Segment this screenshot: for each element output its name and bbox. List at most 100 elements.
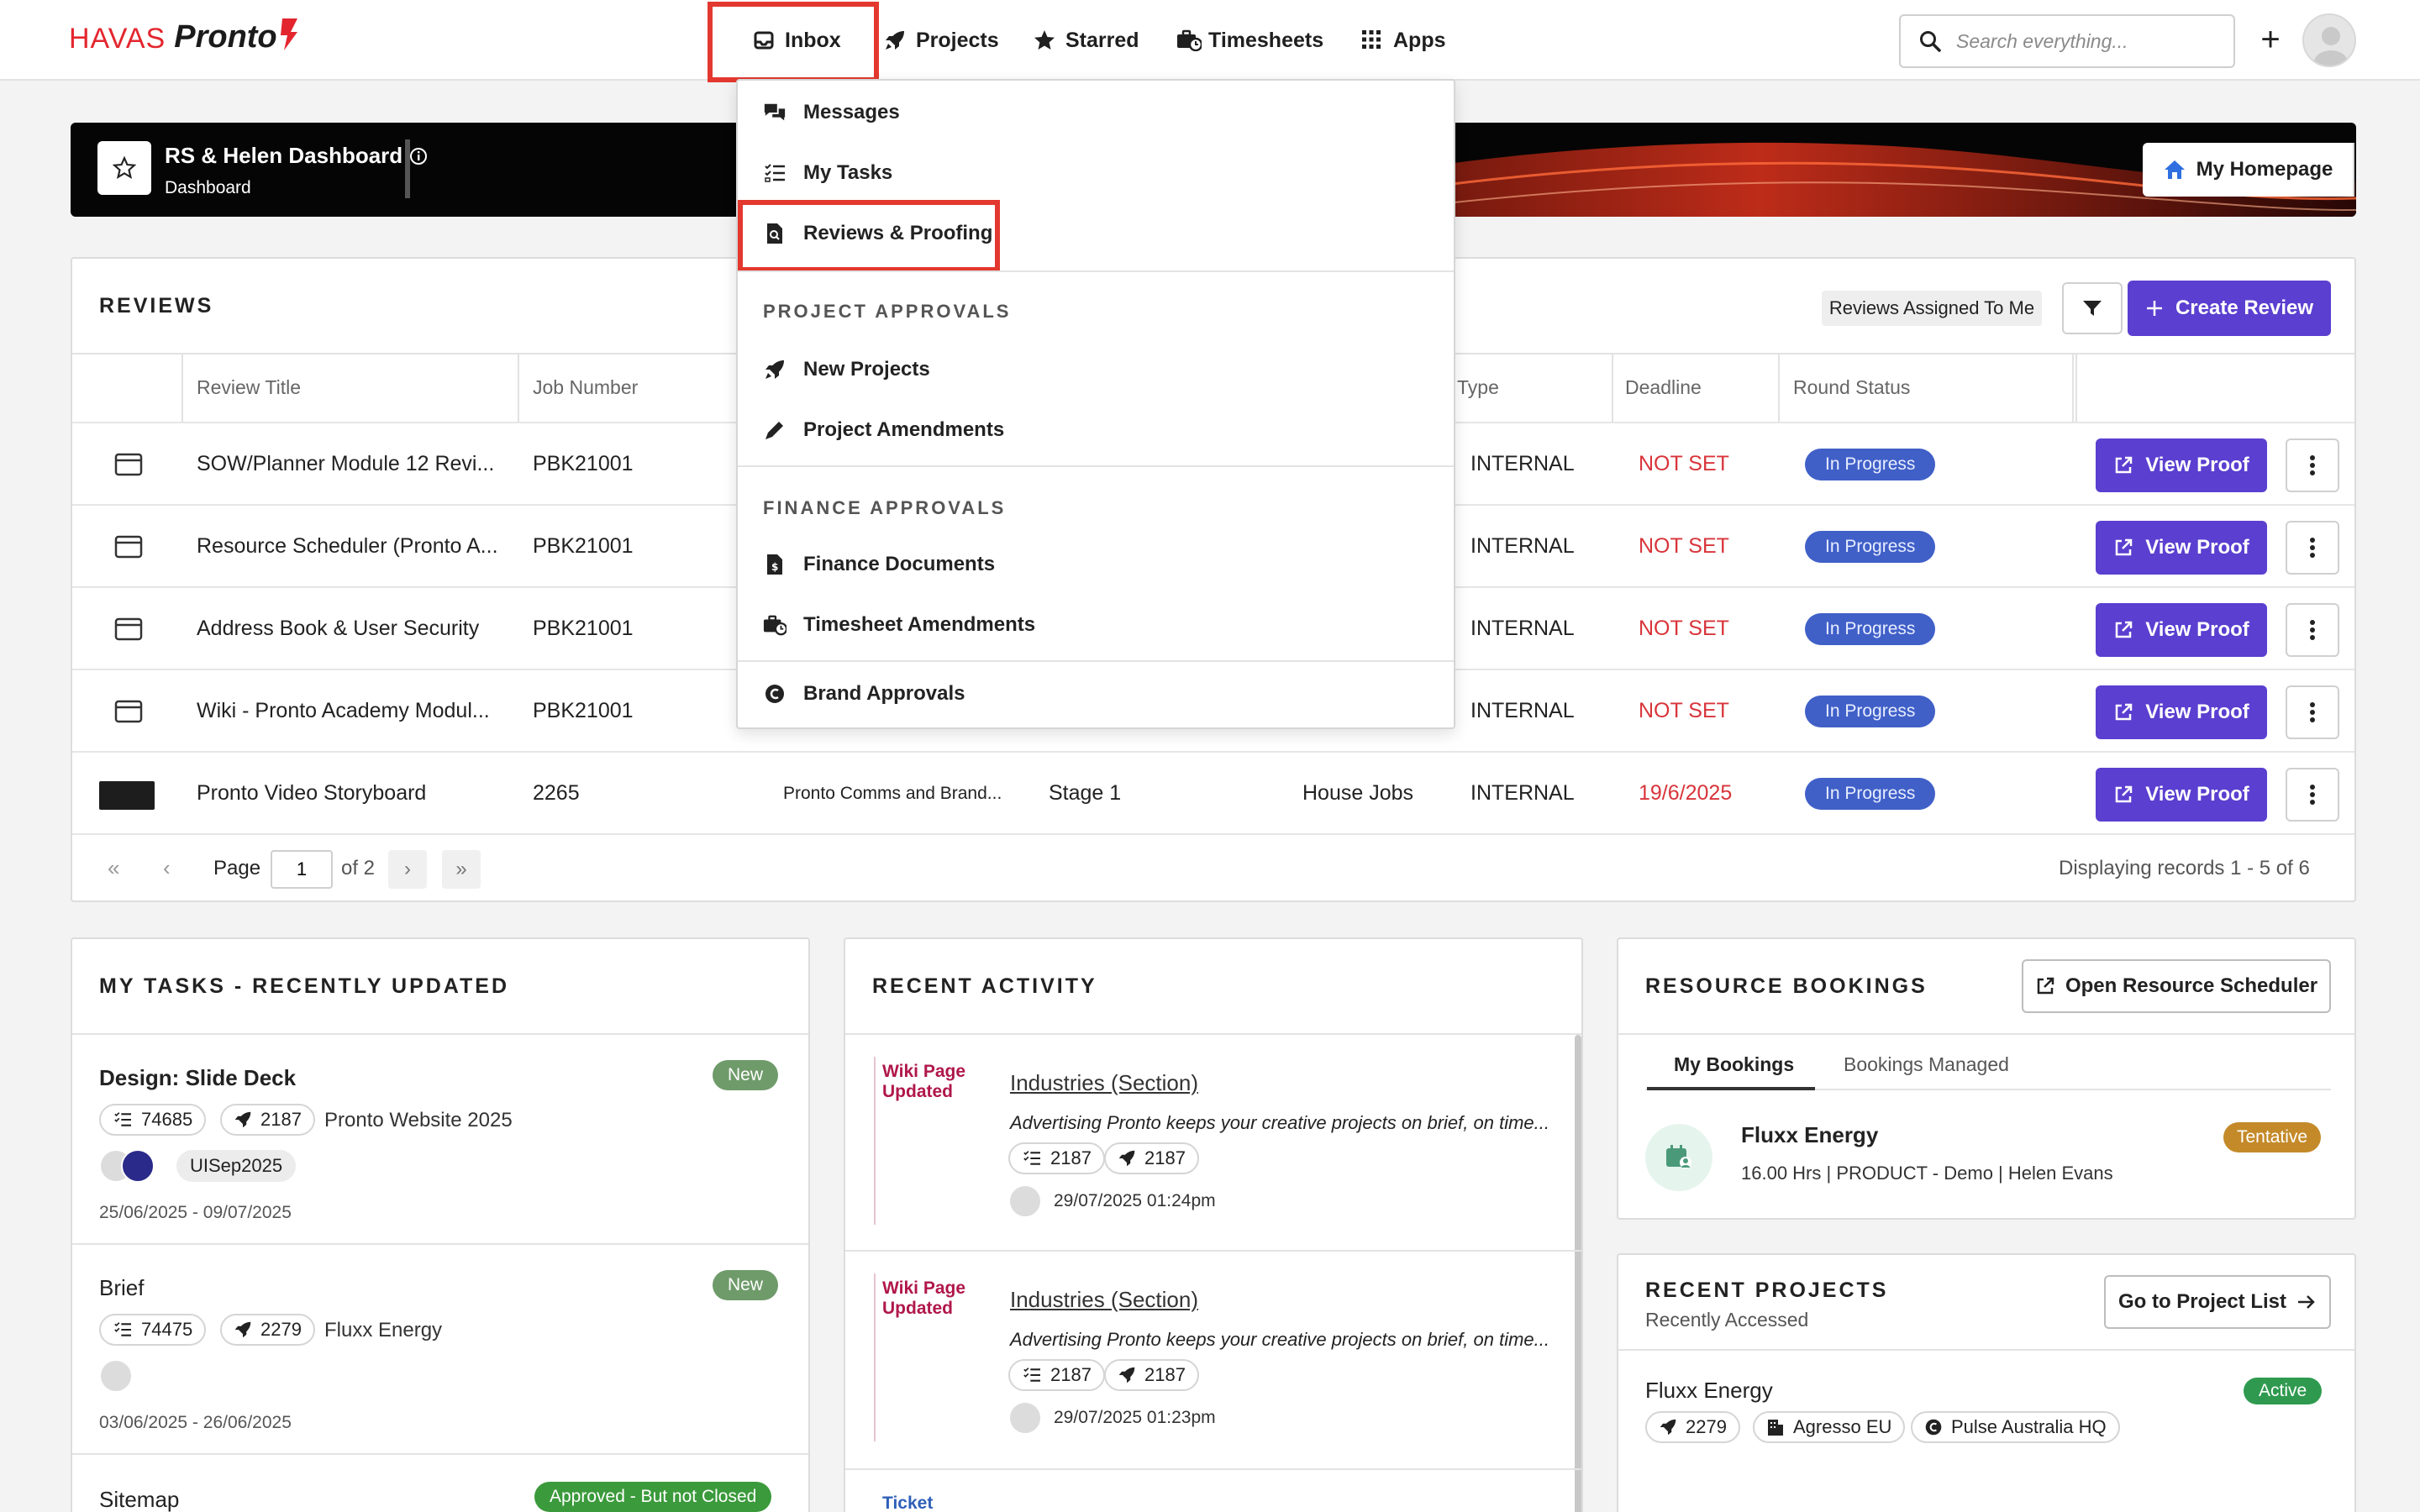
havas-pronto-logo[interactable]: HAVAS Pronto (69, 18, 299, 55)
task-list-icon (114, 1322, 131, 1336)
my-homepage-button[interactable]: My Homepage (2143, 143, 2354, 197)
menu-divider (738, 465, 1454, 467)
client-name: Pulse Australia HQ (1951, 1416, 2107, 1437)
status-badge: In Progress (1805, 531, 1936, 563)
type-cell: INTERNAL (1470, 617, 1575, 640)
activity-time: 29/07/2025 01:24pm (1054, 1191, 1216, 1210)
menu-item-my-tasks[interactable]: My Tasks (763, 161, 892, 185)
search-icon (1919, 30, 1941, 52)
next-page-button[interactable]: › (388, 850, 427, 889)
view-proof-button[interactable]: View Proof (2096, 521, 2267, 575)
activity-description: Advertising Pronto keeps your creative p… (1010, 1112, 1549, 1133)
activity-scrollbar[interactable] (1575, 1035, 1581, 1512)
user-avatar (1008, 1401, 1042, 1435)
browser-window-icon (114, 700, 143, 723)
my-tasks-title: MY TASKS - RECENTLY UPDATED (99, 974, 509, 998)
dashboard-title: RS & Helen Dashboard (165, 143, 428, 169)
row-actions-menu[interactable] (2286, 603, 2339, 657)
user-avatar (1008, 1184, 1042, 1218)
info-icon[interactable] (409, 147, 428, 165)
activity-link[interactable]: Industries (Section) (1010, 1287, 1198, 1313)
open-resource-scheduler-button[interactable]: Open Resource Scheduler (2022, 959, 2331, 1013)
global-search[interactable] (1899, 14, 2235, 68)
page-number-input[interactable] (271, 850, 333, 889)
external-link-icon (2115, 621, 2133, 638)
nav-apps[interactable]: Apps (1361, 0, 1446, 81)
task-project: Pronto Website 2025 (324, 1109, 513, 1131)
deadline-cell: NOT SET (1639, 617, 1729, 640)
review-title-cell: Resource Scheduler (Pronto A... (197, 534, 498, 558)
row-actions-menu[interactable] (2286, 521, 2339, 575)
panel-divider (72, 1243, 808, 1245)
menu-item-project-amendments[interactable]: Project Amendments (763, 418, 1004, 442)
view-proof-button[interactable]: View Proof (2096, 603, 2267, 657)
go-to-project-list-button[interactable]: Go to Project List (2104, 1275, 2331, 1329)
search-input[interactable] (1956, 29, 2208, 53)
status-badge: Approved - But not Closed (534, 1482, 772, 1512)
menu-divider (738, 660, 1454, 662)
activity-link[interactable]: Industries (Section) (1010, 1070, 1198, 1096)
col-job-number[interactable]: Job Number (533, 376, 638, 399)
deadline-cell: NOT SET (1639, 534, 1729, 558)
open-resource-scheduler-label: Open Resource Scheduler (2065, 974, 2318, 997)
activity-tag-line: Updated (882, 1299, 953, 1318)
rocket-icon (1118, 1150, 1135, 1167)
panel-divider (845, 1033, 1581, 1035)
task-number-chip: 2187 (1008, 1142, 1105, 1174)
project-status-badge: Active (2244, 1378, 2323, 1404)
job-number: 2279 (260, 1319, 302, 1340)
view-proof-button[interactable]: View Proof (2096, 438, 2267, 492)
view-proof-label: View Proof (2145, 701, 2249, 723)
activity-tag: Wiki Page Updated (882, 1278, 965, 1319)
column-separator (182, 354, 183, 422)
task-list-icon (114, 1112, 131, 1126)
records-count: Displaying records 1 - 5 of 6 (2059, 857, 2310, 879)
status-badge: In Progress (1805, 778, 1936, 810)
task-number: 2187 (1050, 1364, 1092, 1385)
view-proof-button[interactable]: View Proof (2096, 685, 2267, 739)
view-proof-button[interactable]: View Proof (2096, 768, 2267, 822)
briefcase-clock-icon (763, 613, 786, 637)
prev-page-button[interactable]: ‹ (163, 855, 171, 881)
filter-button[interactable] (2062, 282, 2123, 334)
first-page-button[interactable]: « (108, 855, 119, 881)
nav-starred[interactable]: Starred (1034, 0, 1139, 81)
row-actions-menu[interactable] (2286, 685, 2339, 739)
page-count: of 2 (341, 857, 376, 879)
browser-window-icon (114, 453, 143, 476)
col-review-title[interactable]: Review Title (197, 376, 301, 399)
create-review-button[interactable]: Create Review (2128, 281, 2331, 336)
add-new-icon[interactable]: + (2255, 23, 2286, 56)
favorite-star-button[interactable] (97, 141, 151, 195)
task-dates: 03/06/2025 - 26/06/2025 (99, 1413, 292, 1432)
panel-divider (72, 1453, 808, 1455)
task-tag: UISep2025 (176, 1150, 297, 1182)
menu-item-brand-approvals[interactable]: Brand Approvals (763, 682, 965, 706)
assignee-avatar (99, 1359, 133, 1393)
col-type[interactable]: Type (1457, 376, 1499, 399)
row-actions-menu[interactable] (2286, 438, 2339, 492)
menu-item-project-amendments-label: Project Amendments (803, 418, 1005, 441)
menu-item-timesheet-amendments[interactable]: Timesheet Amendments (763, 613, 1035, 637)
menu-item-messages[interactable]: Messages (763, 101, 900, 124)
reviews-assigned-filter[interactable]: Reviews Assigned To Me (1822, 291, 2042, 326)
activity-marker (874, 1273, 876, 1441)
row-actions-menu[interactable] (2286, 768, 2339, 822)
nav-projects[interactable]: Projects (884, 0, 999, 81)
menu-item-finance-documents[interactable]: $ Finance Documents (763, 553, 995, 576)
task-title: Brief (99, 1275, 145, 1300)
menu-item-new-projects[interactable]: New Projects (763, 358, 930, 381)
col-deadline[interactable]: Deadline (1625, 376, 1702, 399)
tab-my-bookings[interactable]: My Bookings (1674, 1053, 1794, 1076)
tab-bookings-managed[interactable]: Bookings Managed (1844, 1053, 2009, 1076)
client-cell: Pronto Comms and Brand... (783, 784, 1002, 803)
job-number: 2187 (260, 1109, 302, 1130)
active-tab-indicator (1647, 1087, 1815, 1090)
rocket-icon (234, 1321, 251, 1338)
col-round-status[interactable]: Round Status (1793, 376, 1910, 399)
last-page-button[interactable]: » (442, 850, 481, 889)
nav-timesheets[interactable]: Timesheets (1176, 0, 1323, 81)
arrow-right-icon (2298, 1295, 2315, 1309)
user-avatar[interactable] (2302, 13, 2356, 67)
kebab-icon (2310, 455, 2315, 475)
